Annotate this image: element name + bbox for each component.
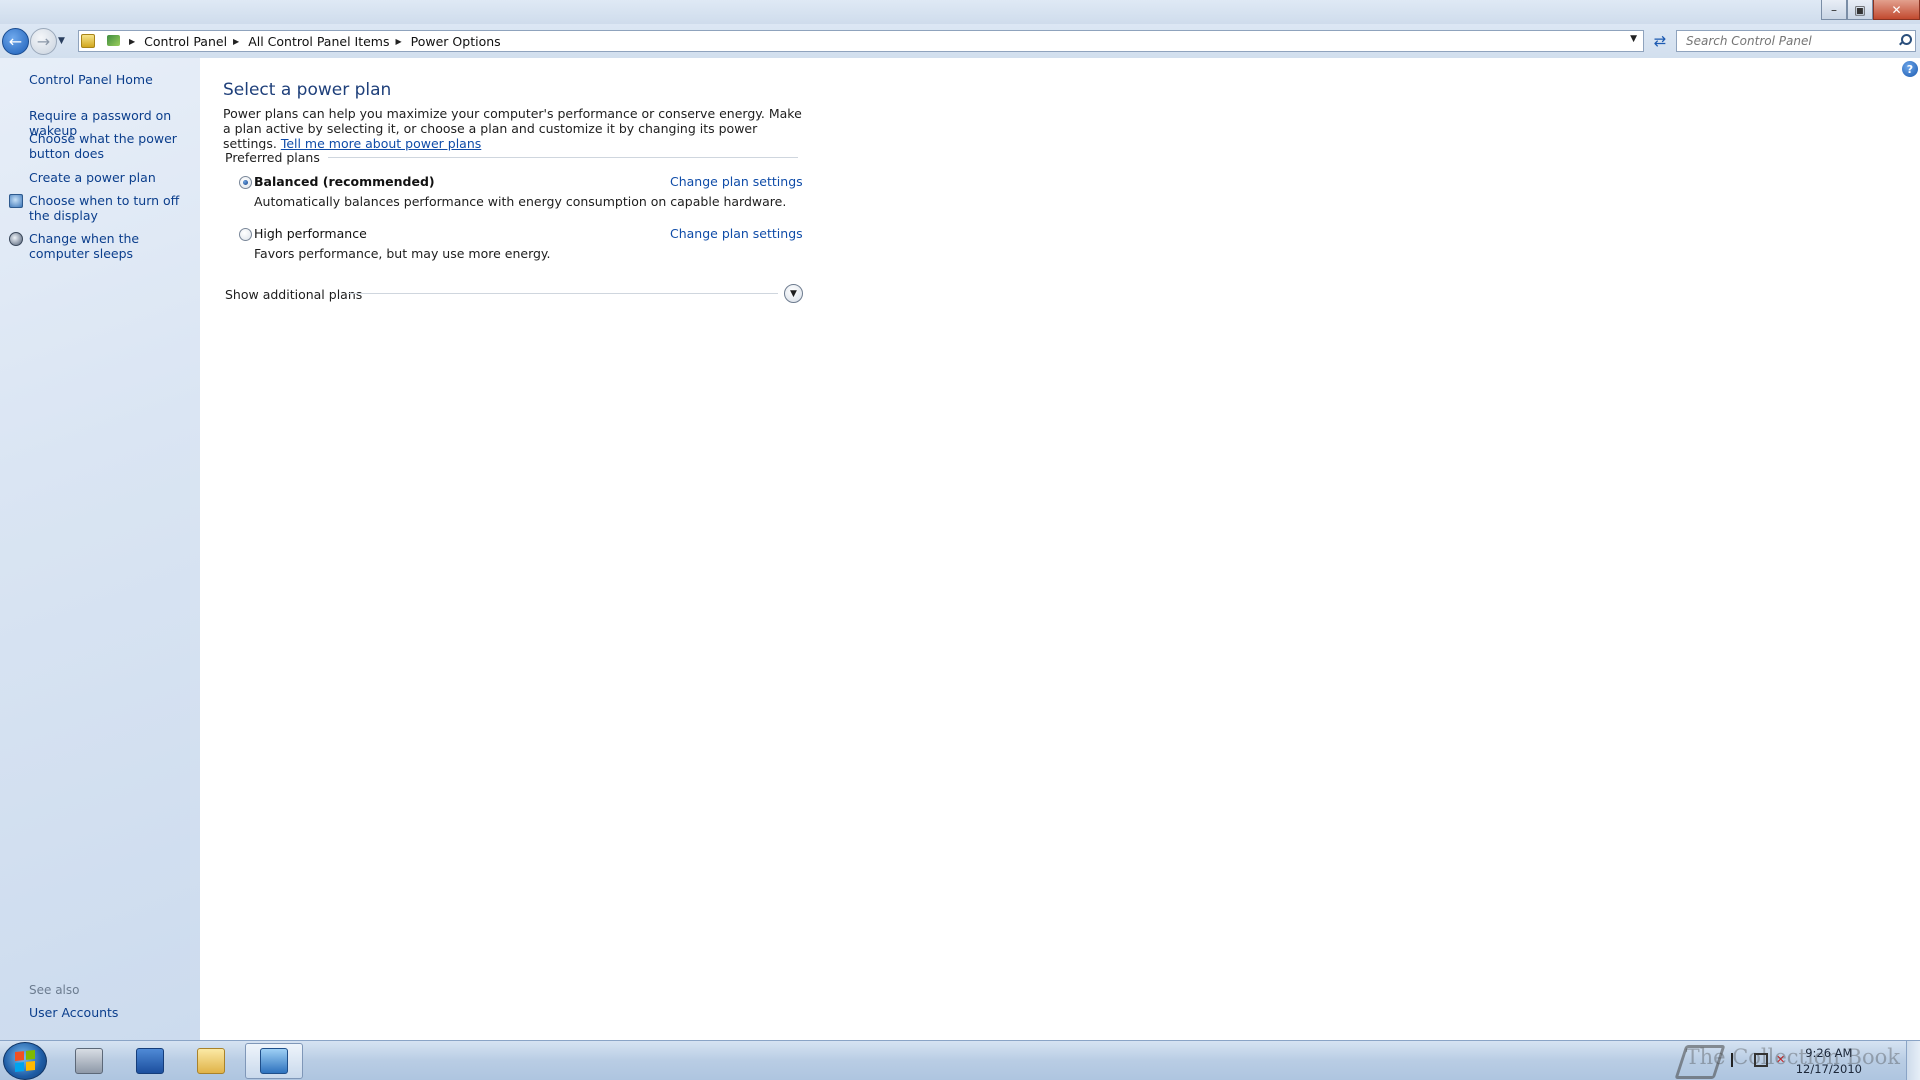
display-settings-icon (9, 194, 23, 208)
page-description: Power plans can help you maximize your c… (223, 106, 813, 151)
search-icon[interactable] (1898, 34, 1912, 46)
windows-logo-icon (15, 1049, 35, 1073)
breadcrumb-all-items[interactable]: All Control Panel Items (248, 34, 389, 49)
plan-radio-balanced[interactable] (239, 176, 252, 189)
taskbar-server-manager[interactable] (60, 1043, 118, 1079)
back-arrow-icon: ← (8, 32, 23, 51)
change-plan-settings-balanced[interactable]: Change plan settings (670, 174, 803, 189)
folder-icon (197, 1048, 225, 1074)
search-input[interactable] (1686, 34, 1886, 48)
breadcrumb-separator-icon[interactable]: ▶ (129, 37, 135, 46)
plan-name-high-performance[interactable]: High performance (254, 226, 367, 241)
start-button[interactable] (3, 1042, 47, 1080)
plan-description-high-performance: Favors performance, but may use more ene… (254, 246, 551, 261)
navigation-bar: ← → ▼ ▶ Control Panel ▶ All Control Pane… (0, 24, 1920, 58)
sidebar-item-sleep[interactable]: Change when the computer sleeps (29, 231, 195, 261)
plan-name-balanced[interactable]: Balanced (recommended) (254, 174, 435, 189)
sidebar-item-create-plan[interactable]: Create a power plan (29, 170, 195, 185)
plan-description-balanced: Automatically balances performance with … (254, 194, 787, 209)
taskbar-control-panel[interactable] (245, 1043, 303, 1079)
control-panel-icon (260, 1048, 288, 1074)
address-bar[interactable]: ▶ Control Panel ▶ All Control Panel Item… (78, 30, 1644, 52)
breadcrumb-power-options[interactable]: Power Options (411, 34, 501, 49)
control-panel-folder-icon (81, 34, 95, 48)
watermark-text: The Collection Book (1685, 1045, 1900, 1069)
see-also-heading: See also (29, 983, 80, 997)
main-content: ? Select a power plan Power plans can he… (200, 58, 1920, 1040)
refresh-icon: ⇄ (1653, 32, 1667, 50)
search-box[interactable] (1676, 30, 1916, 52)
clock[interactable]: 9:26 AM 12/17/2010 (1796, 1045, 1862, 1077)
recent-pages-dropdown[interactable]: ▼ (58, 36, 65, 46)
forward-arrow-icon: → (36, 32, 51, 51)
taskbar: ✕ The Collection Book 9:26 AM 12/17/2010 (0, 1040, 1920, 1080)
change-plan-settings-high-performance[interactable]: Change plan settings (670, 226, 803, 241)
sidebar-control-panel-home[interactable]: Control Panel Home (29, 72, 195, 87)
control-panel-icon (105, 33, 123, 49)
page-title: Select a power plan (223, 80, 392, 100)
clock-date: 12/17/2010 (1795, 1062, 1862, 1076)
maximize-button[interactable]: ▣ (1847, 0, 1873, 20)
show-desktop-button[interactable] (1906, 1041, 1920, 1080)
plan-radio-high-performance[interactable] (239, 228, 252, 241)
taskbar-powershell[interactable] (121, 1043, 179, 1079)
sidebar-item-power-button[interactable]: Choose what the power button does (29, 131, 195, 161)
refresh-button[interactable]: ⇄ (1648, 30, 1672, 52)
clock-time: 9:26 AM (1805, 1046, 1853, 1060)
breadcrumb-control-panel[interactable]: Control Panel (144, 34, 227, 49)
taskbar-explorer[interactable] (182, 1043, 240, 1079)
sidebar: Control Panel Home Require a password on… (0, 58, 200, 1040)
server-manager-icon (75, 1048, 103, 1074)
sidebar-item-display-off[interactable]: Choose when to turn off the display (29, 193, 195, 223)
breadcrumb-separator-icon[interactable]: ▶ (233, 37, 239, 46)
help-icon[interactable]: ? (1902, 61, 1918, 77)
powershell-icon (136, 1048, 164, 1074)
chevron-down-icon[interactable]: ▼ (784, 284, 803, 303)
sidebar-item-user-accounts[interactable]: User Accounts (29, 1005, 195, 1020)
title-bar: – ▣ ✕ (0, 0, 1920, 24)
close-button[interactable]: ✕ (1873, 0, 1920, 20)
minimize-button[interactable]: – (1821, 0, 1847, 20)
sleep-moon-icon (9, 232, 23, 246)
preferred-plans-label: Preferred plans (225, 150, 328, 165)
show-additional-plans-label[interactable]: Show additional plans (225, 287, 362, 302)
back-button[interactable]: ← (2, 28, 29, 55)
window-controls: – ▣ ✕ (1821, 0, 1920, 20)
system-tray: ✕ The Collection Book 9:26 AM 12/17/2010 (1660, 1041, 1920, 1080)
breadcrumb-separator-icon[interactable]: ▶ (396, 37, 402, 46)
address-dropdown-icon[interactable]: ▼ (1630, 34, 1637, 44)
additional-plans-divider (348, 293, 778, 294)
learn-more-link[interactable]: Tell me more about power plans (281, 136, 481, 151)
forward-button[interactable]: → (30, 28, 57, 55)
